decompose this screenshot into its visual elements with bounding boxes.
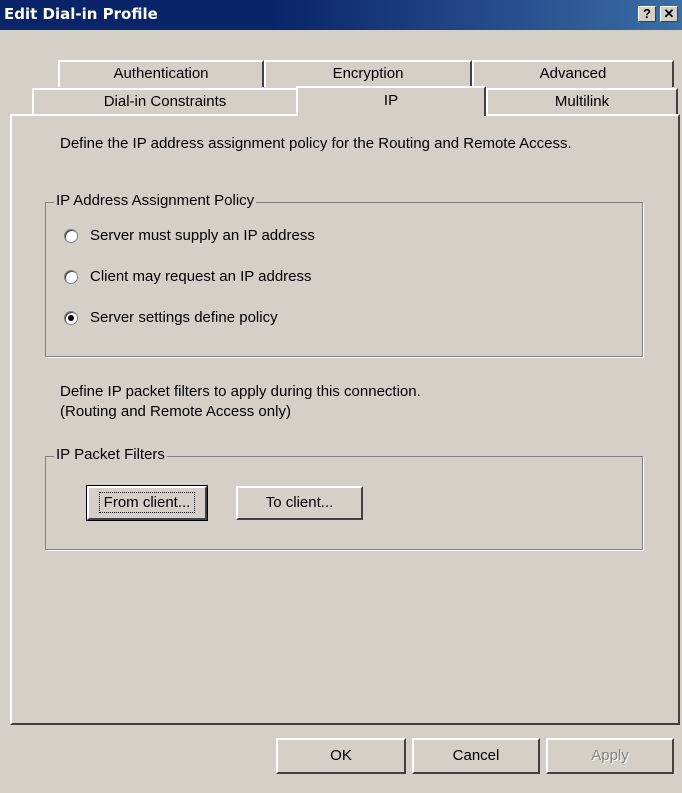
to-client-label: To client... (265, 494, 334, 511)
tab-encryption[interactable]: Encryption (264, 60, 472, 87)
dialog-window: Edit Dial-in Profile ? ✕ Authentication … (0, 0, 682, 793)
to-client-button[interactable]: To client... (236, 486, 363, 520)
radio-label[interactable]: Server settings define policy (90, 308, 278, 328)
tab-authentication[interactable]: Authentication (58, 60, 264, 87)
tab-label: Multilink (554, 93, 610, 110)
tab-label: Encryption (332, 65, 404, 82)
radio-server-must-supply[interactable] (64, 229, 78, 243)
tab-label: Authentication (113, 65, 209, 82)
filters-intro-line2: (Routing and Remote Access only) (60, 403, 291, 420)
help-button[interactable]: ? (638, 6, 656, 22)
radio-label[interactable]: Client may request an IP address (90, 267, 312, 287)
from-client-button[interactable]: From client... (86, 485, 208, 521)
tab-label: Advanced (539, 65, 607, 82)
close-icon: ✕ (663, 6, 675, 21)
window-title: Edit Dial-in Profile (4, 5, 158, 23)
tab-multilink[interactable]: Multilink (486, 88, 678, 115)
radio-label[interactable]: Server must supply an IP address (90, 226, 315, 246)
tab-label: Dial-in Constraints (103, 93, 227, 110)
filters-intro-line1: Define IP packet filters to apply during… (60, 383, 421, 400)
tab-ip[interactable]: IP (296, 86, 486, 116)
ok-label: OK (330, 747, 352, 764)
tab-dial-in-constraints[interactable]: Dial-in Constraints (32, 88, 298, 115)
cancel-button[interactable]: Cancel (412, 738, 540, 774)
radio-selected-dot (68, 315, 74, 321)
tab-label: IP (383, 92, 399, 109)
tab-panel-ip: Define the IP address assignment policy … (10, 114, 680, 725)
tab-advanced[interactable]: Advanced (472, 60, 674, 87)
ok-button[interactable]: OK (276, 738, 406, 774)
radio-server-settings-define[interactable] (64, 311, 78, 325)
cancel-label: Cancel (452, 747, 500, 764)
ip-packet-filters-group-title: IP Packet Filters (54, 446, 167, 464)
apply-label: Apply (591, 747, 629, 764)
ip-assignment-group-title: IP Address Assignment Policy (54, 192, 257, 210)
from-client-label: From client... (98, 492, 196, 513)
close-button[interactable]: ✕ (660, 6, 678, 22)
apply-button[interactable]: Apply (546, 738, 674, 774)
title-bar[interactable]: Edit Dial-in Profile ? ✕ (0, 0, 682, 30)
radio-client-may-request[interactable] (64, 270, 78, 284)
assignment-intro: Define the IP address assignment policy … (60, 135, 572, 152)
